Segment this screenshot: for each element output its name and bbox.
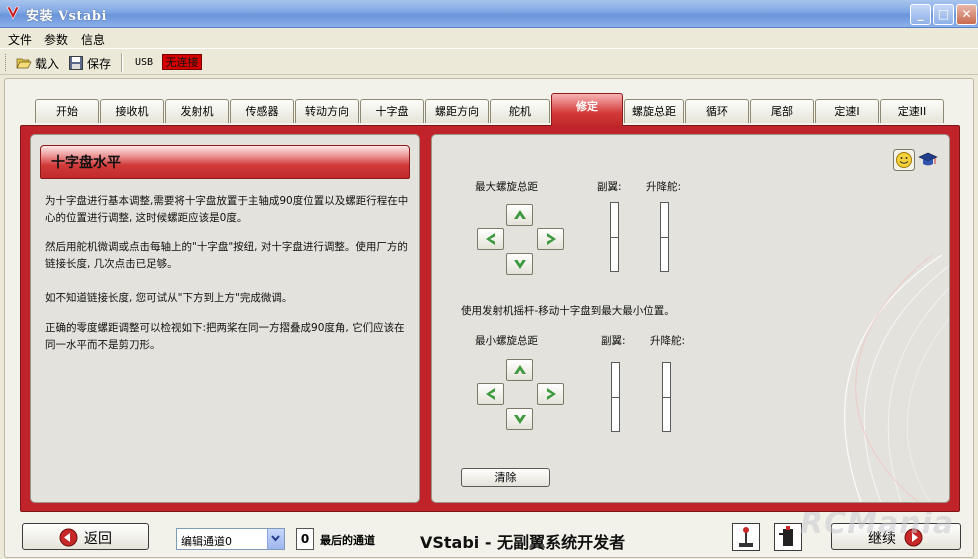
instruction-text: 使用发射机摇杆-移动十字盘到最大最小位置。 bbox=[461, 305, 675, 317]
tab-start[interactable]: 开始 bbox=[35, 99, 99, 123]
clear-button[interactable]: 清除 bbox=[461, 468, 550, 487]
info-panel: 十字盘水平 为十字盘进行基本调整,需要将十字盘放置于主轴成90度位置以及螺距行程… bbox=[30, 134, 420, 503]
menu-bar: 文件 参数 信息 bbox=[0, 28, 978, 48]
arrow-down-icon bbox=[514, 415, 526, 424]
min-right-button[interactable] bbox=[537, 383, 564, 405]
joystick-glyph bbox=[739, 527, 753, 547]
tab-governor-2[interactable]: 定速II bbox=[880, 99, 944, 123]
min-aileron-indicator bbox=[611, 362, 620, 432]
back-arrow-icon bbox=[59, 528, 78, 547]
tab-pitch-direction[interactable]: 螺距方向 bbox=[425, 99, 489, 123]
max-aileron-indicator bbox=[610, 202, 619, 272]
dropdown-arrow[interactable] bbox=[267, 529, 284, 549]
back-button[interactable]: 返回 bbox=[22, 523, 149, 550]
arrow-left-icon bbox=[486, 233, 495, 245]
minimize-button[interactable]: _ bbox=[910, 4, 931, 25]
tab-swashplate[interactable]: 十字盘 bbox=[360, 99, 424, 123]
min-up-button[interactable] bbox=[506, 359, 533, 381]
description-paragraph-4: 正确的零度螺距调整可以检视如下:把两桨在同一方摺叠成90度角, 它们应该在同一水… bbox=[45, 322, 405, 351]
arrow-up-icon bbox=[514, 210, 526, 219]
minimize-icon: _ bbox=[917, 7, 924, 21]
tab-governor-1[interactable]: 定速I bbox=[815, 99, 879, 123]
aileron-label-bottom: 副翼: bbox=[601, 335, 626, 347]
save-button[interactable]: 保存 bbox=[68, 54, 111, 72]
max-down-button[interactable] bbox=[506, 253, 533, 275]
decorative-swirl bbox=[844, 255, 949, 502]
tab-sensor[interactable]: 传感器 bbox=[230, 99, 294, 123]
tab-receiver[interactable]: 接收机 bbox=[100, 99, 164, 123]
arrow-down-icon bbox=[514, 260, 526, 269]
toolbar-grip bbox=[5, 54, 8, 71]
tab-collective-pitch[interactable]: 螺旋总距 bbox=[624, 99, 684, 123]
tab-trim[interactable]: 修定 bbox=[551, 93, 623, 126]
maximize-icon: □ bbox=[937, 7, 950, 21]
menu-params[interactable]: 参数 bbox=[44, 31, 68, 48]
load-label: 载入 bbox=[35, 56, 60, 71]
menu-info[interactable]: 信息 bbox=[81, 31, 105, 48]
min-pitch-label: 最小螺旋总距 bbox=[475, 335, 538, 347]
max-right-button[interactable] bbox=[537, 228, 564, 250]
load-button[interactable]: 载入 bbox=[16, 54, 59, 72]
window-title: 安装 Vstabi bbox=[26, 9, 107, 24]
arrow-left-icon bbox=[486, 388, 495, 400]
tab-servo[interactable]: 舵机 bbox=[490, 99, 550, 123]
maximize-button[interactable]: □ bbox=[933, 4, 954, 25]
arrow-up-icon bbox=[514, 365, 526, 374]
last-channel-label: 最后的通道 bbox=[320, 534, 375, 547]
title-bar: 安装 Vstabi _ □ ✕ bbox=[0, 0, 978, 28]
menu-file[interactable]: 文件 bbox=[8, 31, 32, 48]
description-paragraph-1: 为十字盘进行基本调整,需要将十字盘放置于主轴成90度位置以及螺距行程在中心的位置… bbox=[45, 195, 409, 224]
connection-status-badge: 无连接 bbox=[162, 54, 202, 70]
folder-open-icon bbox=[16, 58, 32, 69]
tab-cyclic[interactable]: 循环 bbox=[685, 99, 749, 123]
toolbar: 载入 保存 USB 无连接 bbox=[0, 48, 978, 75]
arrow-right-icon bbox=[547, 388, 556, 400]
swashplate-trim-panel: 最大螺旋总距 副翼: 升降舵: 使用发射机摇杆-移动十字盘到最大最小位置。 最小… bbox=[431, 134, 950, 503]
toolbar-separator bbox=[121, 53, 123, 72]
arrow-right-icon bbox=[547, 233, 556, 245]
description-paragraph-3: 如不知道链接长度, 您可试从"下方到上方"完成微调。 bbox=[45, 292, 293, 304]
brand-tagline: VStabi - 无副翼系统开发者 bbox=[420, 533, 626, 552]
servo-glyph bbox=[779, 526, 793, 546]
min-down-button[interactable] bbox=[506, 408, 533, 430]
tab-rotation-direction[interactable]: 转动方向 bbox=[295, 99, 359, 123]
graduation-cap-icon[interactable] bbox=[917, 149, 939, 171]
edit-channel-select[interactable]: 编辑通道0 bbox=[176, 528, 285, 550]
min-elevator-indicator bbox=[662, 362, 671, 432]
max-up-button[interactable] bbox=[506, 204, 533, 226]
aileron-label-top: 副翼: bbox=[597, 181, 622, 193]
elevator-label-top: 升降舵: bbox=[646, 181, 682, 193]
vstabi-logo-icon bbox=[6, 6, 20, 20]
floppy-disk-icon bbox=[69, 56, 83, 70]
servo-icon[interactable] bbox=[774, 523, 802, 551]
max-elevator-indicator bbox=[660, 202, 669, 272]
section-title: 十字盘水平 bbox=[51, 155, 121, 171]
last-channel-number: 0 bbox=[296, 528, 314, 550]
smiley-icon[interactable] bbox=[893, 149, 915, 171]
close-button[interactable]: ✕ bbox=[956, 4, 977, 25]
usb-label: USB bbox=[135, 57, 154, 68]
save-label: 保存 bbox=[87, 56, 112, 71]
elevator-label-bottom: 升降舵: bbox=[650, 335, 686, 347]
close-icon: ✕ bbox=[961, 7, 972, 21]
min-left-button[interactable] bbox=[477, 383, 504, 405]
tab-transmitter[interactable]: 发射机 bbox=[165, 99, 229, 123]
max-left-button[interactable] bbox=[477, 228, 504, 250]
joystick-icon[interactable] bbox=[732, 523, 760, 551]
section-header: 十字盘水平 bbox=[40, 145, 410, 179]
edit-channel-value: 编辑通道0 bbox=[181, 535, 232, 548]
back-label: 返回 bbox=[84, 531, 112, 547]
description-paragraph-2: 然后用舵机微调或点击每轴上的"十字盘"按纽, 对十字盘进行调整。使用厂方的链接长… bbox=[45, 241, 408, 270]
tab-tail[interactable]: 尾部 bbox=[750, 99, 814, 123]
max-pitch-label: 最大螺旋总距 bbox=[475, 181, 538, 193]
chevron-down-icon bbox=[271, 535, 280, 542]
